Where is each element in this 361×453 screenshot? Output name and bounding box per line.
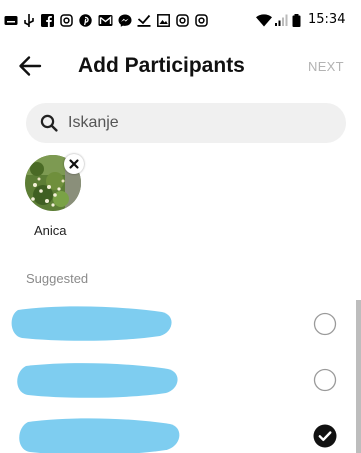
search-input[interactable] <box>68 103 328 143</box>
facebook-icon <box>41 14 54 27</box>
unselected-radio-icon[interactable] <box>313 368 337 392</box>
wifi-icon <box>256 14 272 27</box>
suggested-row[interactable] <box>0 352 361 408</box>
status-bar: 15:34 <box>0 0 361 40</box>
instagram-icon <box>60 14 73 27</box>
messenger-icon <box>118 14 132 27</box>
suggested-row[interactable] <box>0 296 361 352</box>
signal-icon <box>275 14 288 26</box>
unselected-radio-icon[interactable] <box>313 312 337 336</box>
selected-participant: Anica <box>25 154 95 245</box>
search-icon <box>40 114 58 132</box>
pinterest-icon <box>79 14 92 27</box>
redacted-name <box>11 306 172 341</box>
page-title: Add Participants <box>78 54 245 77</box>
remove-participant-icon[interactable] <box>64 154 84 174</box>
next-button[interactable]: NEXT <box>308 59 344 74</box>
gmail-icon <box>98 15 113 26</box>
redacted-name <box>19 418 180 453</box>
instagram-icon <box>195 14 208 27</box>
back-arrow-icon[interactable] <box>16 52 44 80</box>
suggested-label: Suggested <box>26 271 89 286</box>
suggested-row[interactable] <box>0 408 361 453</box>
participant-name: Anica <box>34 223 67 238</box>
status-time: 15:34 <box>308 12 346 27</box>
scrollbar[interactable] <box>356 300 361 453</box>
search-bar[interactable] <box>26 103 346 143</box>
redacted-name <box>17 363 178 398</box>
gallery-icon <box>157 14 170 27</box>
checked-radio-icon[interactable] <box>313 424 337 448</box>
battery-icon <box>292 14 301 27</box>
keyboard-icon <box>4 16 18 25</box>
download-icon <box>137 14 151 27</box>
usb-icon <box>24 14 34 27</box>
instagram-icon <box>176 14 189 27</box>
header: Add Participants NEXT <box>0 40 361 96</box>
